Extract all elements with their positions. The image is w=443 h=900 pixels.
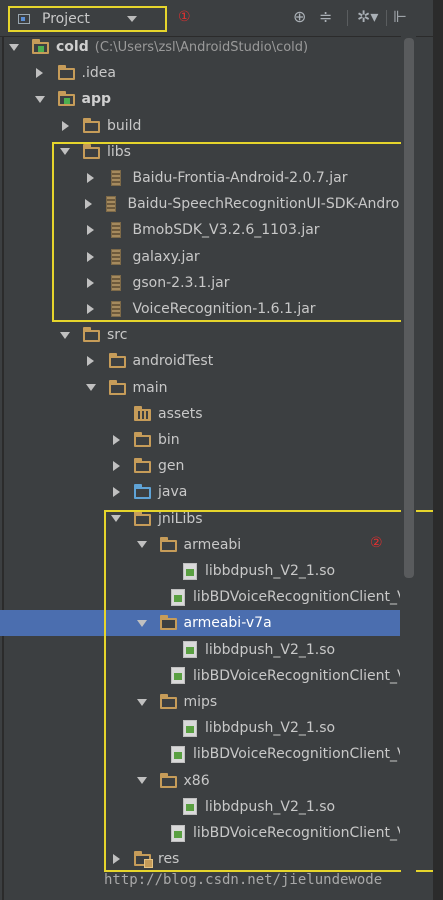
tree-row[interactable]: bin — [0, 427, 400, 453]
chevron-right-icon[interactable] — [110, 487, 122, 498]
folder-icon — [134, 458, 152, 474]
annotation-marker-2: ② — [370, 535, 383, 551]
project-path: (C:\Users\zsl\AndroidStudio\cold) — [94, 39, 309, 55]
project-view-label: Project — [42, 11, 90, 27]
pin-icon[interactable]: ⊩ — [393, 8, 407, 26]
tree-item-label: assets — [158, 405, 203, 422]
libs-highlight-box — [52, 142, 404, 322]
module-folder-icon — [57, 91, 76, 107]
tree-item-label: app — [81, 91, 112, 108]
tree-item-label: .idea — [81, 65, 116, 82]
tree-item-label: androidTest — [132, 353, 214, 370]
assets-folder-icon — [134, 405, 152, 422]
chevron-down-icon[interactable] — [8, 43, 20, 51]
tree-row[interactable]: main — [0, 375, 400, 401]
project-view-icon — [18, 14, 30, 24]
watermark-text: http://blog.csdn.net/jielundewode — [104, 872, 383, 888]
tree-item-label: main — [132, 379, 168, 396]
scrollbar-thumb[interactable] — [404, 38, 414, 578]
folder-icon — [108, 353, 127, 369]
folder-icon — [134, 432, 152, 448]
tree-row[interactable]: app — [0, 86, 400, 112]
toolbar-divider — [386, 10, 387, 26]
chevron-right-icon[interactable] — [110, 435, 122, 445]
source-folder-icon — [134, 484, 152, 500]
chevron-right-icon[interactable] — [110, 461, 122, 472]
tree-row[interactable]: build — [0, 113, 400, 139]
tree-item-label: cold — [56, 39, 89, 55]
chevron-down-icon[interactable] — [59, 331, 71, 339]
project-view-dropdown[interactable]: Project — [8, 6, 167, 32]
target-icon[interactable]: ⊕ — [293, 8, 306, 26]
tree-item-label: gen — [158, 458, 185, 475]
tree-row[interactable]: gen — [0, 453, 400, 479]
tree-item-label: bin — [158, 432, 180, 448]
chevron-right-icon[interactable] — [34, 68, 46, 79]
chevron-down-icon[interactable] — [85, 384, 97, 392]
tree-row[interactable]: assets — [0, 401, 400, 427]
chevron-down-icon — [127, 16, 137, 22]
module-folder-icon — [32, 39, 50, 55]
tree-row[interactable]: androidTest — [0, 348, 400, 374]
chevron-right-icon[interactable] — [59, 120, 71, 131]
tree-item-label: java — [158, 484, 188, 501]
tree-row[interactable]: java — [0, 479, 400, 505]
annotation-marker-1: ① — [178, 9, 191, 25]
toolbar-divider — [347, 10, 348, 26]
editor-edge — [433, 0, 443, 900]
project-toolbar: Project ① ⊕ ≑ ✲▾ ⊩ — [0, 0, 443, 37]
folder-icon — [108, 379, 127, 396]
tree-row[interactable]: src — [0, 322, 400, 348]
tree-item-label: build — [107, 117, 142, 134]
folder-icon — [57, 65, 76, 81]
chevron-right-icon[interactable] — [85, 356, 97, 367]
tree-row[interactable]: .idea — [0, 60, 400, 86]
chevron-down-icon[interactable] — [34, 95, 46, 103]
gear-icon[interactable]: ✲▾ — [357, 8, 378, 26]
tree-row[interactable]: cold (C:\Users\zsl\AndroidStudio\cold) — [0, 34, 400, 60]
jnilibs-highlight-box — [104, 510, 438, 872]
folder-icon — [83, 327, 101, 343]
folder-icon — [83, 117, 101, 134]
collapse-icon[interactable]: ≑ — [319, 8, 332, 26]
tree-item-label: src — [107, 327, 128, 344]
